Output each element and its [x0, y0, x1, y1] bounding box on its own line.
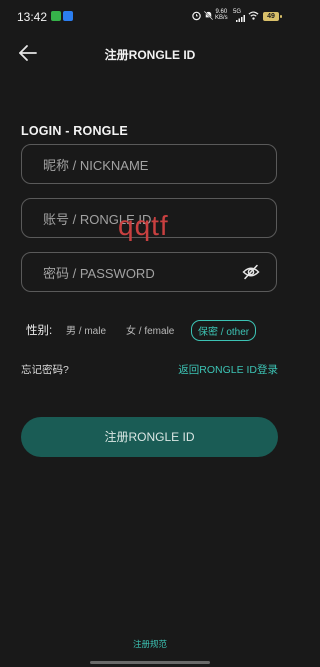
password-input[interactable] [41, 253, 255, 293]
battery-icon: 49 [263, 12, 282, 21]
wechat-notification-icon [51, 11, 61, 21]
terms-link[interactable]: 注册规范 [0, 638, 300, 650]
account-field [21, 198, 277, 239]
header: 注册RONGLE ID [0, 38, 300, 68]
password-field [21, 252, 277, 293]
nickname-field [21, 144, 277, 185]
register-button[interactable]: 注册RONGLE ID [21, 417, 278, 457]
status-bar: 13:42 9.60 KB/s 5G 49 [0, 0, 300, 34]
net-speed: 9.60 KB/s [215, 9, 228, 21]
wifi-icon [248, 11, 259, 20]
gender-selector: 性别: 男 / male 女 / female 保密 / other [26, 320, 286, 341]
gender-option-male[interactable]: 男 / male [66, 322, 106, 337]
section-title: LOGIN - RONGLE [21, 124, 128, 138]
nickname-input[interactable] [41, 145, 255, 185]
gender-label: 性别: [26, 325, 53, 337]
alarm-icon [192, 11, 201, 21]
app-notification-icon [63, 11, 73, 21]
back-to-login-link[interactable]: 返回RONGLE ID登录 [178, 362, 278, 377]
signal-icon [236, 15, 245, 22]
status-time: 13:42 [17, 10, 48, 24]
mute-icon [203, 10, 214, 21]
eye-off-icon[interactable] [242, 264, 260, 280]
forgot-password-link[interactable]: 忘记密码? [21, 362, 69, 377]
home-indicator[interactable] [90, 661, 210, 664]
gender-option-other-selected[interactable]: 保密 / other [191, 320, 257, 341]
page-title: 注册RONGLE ID [104, 48, 196, 62]
gender-option-female[interactable]: 女 / female [126, 322, 174, 337]
account-input[interactable] [41, 199, 255, 239]
